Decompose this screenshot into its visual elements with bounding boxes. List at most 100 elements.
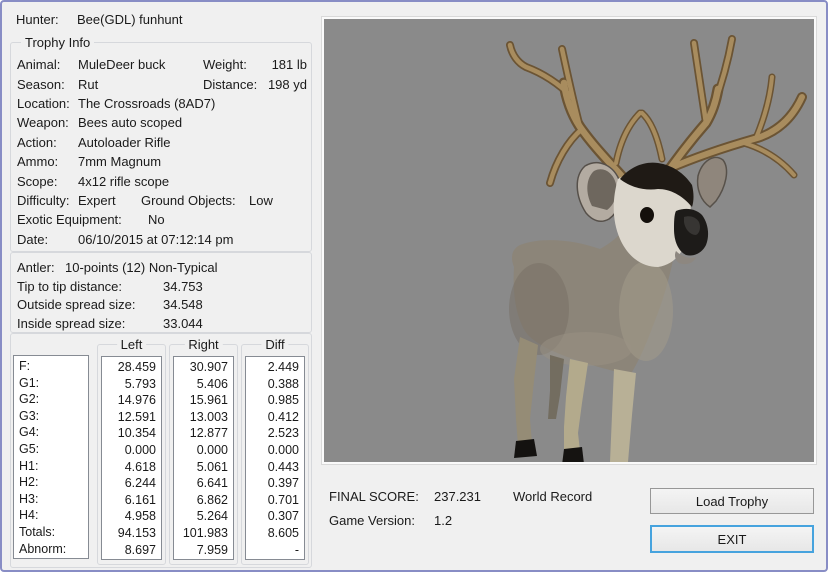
- outside-spread-label: Outside spread size:: [17, 297, 163, 312]
- measure-label: H1:: [14, 458, 88, 475]
- right-value: 101.983: [174, 525, 233, 542]
- scope-value: 4x12 rifle scope: [78, 174, 307, 189]
- tip-to-tip-row: Tip to tip distance: 34.753: [17, 277, 307, 296]
- animal-value: MuleDeer buck: [78, 57, 203, 72]
- load-trophy-button[interactable]: Load Trophy: [650, 488, 814, 514]
- measure-label: Abnorm:: [14, 541, 88, 558]
- inside-spread-value: 33.044: [163, 316, 307, 331]
- diff-value: 0.443: [246, 459, 304, 476]
- measure-label: H2:: [14, 474, 88, 491]
- world-record-badge: World Record: [513, 489, 639, 504]
- left-value: 28.459: [102, 359, 161, 376]
- right-column-caption: Right: [184, 337, 222, 352]
- outside-spread-row: Outside spread size: 34.548: [17, 296, 307, 315]
- left-value: 6.161: [102, 492, 161, 509]
- antler-row: Antler: 10-points (12) Non-Typical: [17, 258, 307, 277]
- animal-row: Animal: MuleDeer buck Weight: 181 lb: [17, 55, 307, 74]
- hunter-row: Hunter: Bee(GDL) funhunt: [16, 12, 312, 27]
- distance-label: Distance:: [203, 77, 257, 92]
- exit-button[interactable]: EXIT: [650, 525, 814, 553]
- left-value: 0.000: [102, 442, 161, 459]
- tip-to-tip-label: Tip to tip distance:: [17, 279, 163, 294]
- left-column-groupbox: Left 28.459 5.793 14.976 12.591 10.354 0…: [97, 344, 166, 565]
- right-value: 13.003: [174, 409, 233, 426]
- measure-labels-listbox: F: G1: G2: G3: G4: G5: H1: H2: H3: H4: T…: [13, 355, 89, 559]
- measurements-groupbox: F: G1: G2: G3: G4: G5: H1: H2: H3: H4: T…: [10, 333, 312, 568]
- diff-value: 0.388: [246, 376, 304, 393]
- right-value: 15.961: [174, 392, 233, 409]
- final-score-value: 237.231: [434, 489, 513, 504]
- scope-label: Scope:: [17, 174, 78, 189]
- location-value: The Crossroads (8AD7): [78, 96, 307, 111]
- scope-row: Scope: 4x12 rifle scope: [17, 171, 307, 190]
- season-row: Season: Rut Distance: 198 yd: [17, 74, 307, 93]
- date-label: Date:: [17, 232, 78, 247]
- right-value: 0.000: [174, 442, 233, 459]
- trophy-window: Hunter: Bee(GDL) funhunt Trophy Info Ani…: [0, 0, 828, 572]
- difficulty-row: Difficulty: Expert Ground Objects: Low: [17, 191, 307, 210]
- weapon-value: Bees auto scoped: [78, 115, 307, 130]
- left-value: 12.591: [102, 409, 161, 426]
- diff-value: 2.523: [246, 425, 304, 442]
- diff-value: 0.000: [246, 442, 304, 459]
- right-values-listbox: 30.907 5.406 15.961 13.003 12.877 0.000 …: [173, 356, 234, 560]
- left-value: 10.354: [102, 425, 161, 442]
- left-value: 4.958: [102, 508, 161, 525]
- antler-rows: Antler: 10-points (12) Non-Typical Tip t…: [17, 258, 307, 333]
- date-value: 06/10/2015 at 07:12:14 pm: [78, 232, 307, 247]
- diff-value: 8.605: [246, 525, 304, 542]
- game-version-label: Game Version:: [329, 513, 434, 528]
- left-value: 5.793: [102, 376, 161, 393]
- left-value: 8.697: [102, 542, 161, 559]
- tip-to-tip-value: 34.753: [163, 279, 307, 294]
- season-label: Season:: [17, 77, 78, 92]
- outside-spread-value: 34.548: [163, 297, 307, 312]
- trophy-info-groupbox: Trophy Info Animal: MuleDeer buck Weight…: [10, 42, 312, 252]
- trophy-info-rows: Animal: MuleDeer buck Weight: 181 lb Sea…: [17, 55, 307, 249]
- diff-value: 0.412: [246, 409, 304, 426]
- final-score-label: FINAL SCORE:: [329, 489, 434, 504]
- exotic-row: Exotic Equipment: No: [17, 210, 307, 229]
- left-value: 6.244: [102, 475, 161, 492]
- difficulty-value: Expert: [78, 193, 141, 208]
- right-value: 6.862: [174, 492, 233, 509]
- weight-value: 181 lb: [247, 57, 307, 72]
- right-column-groupbox: Right 30.907 5.406 15.961 13.003 12.877 …: [169, 344, 238, 565]
- difficulty-label: Difficulty:: [17, 193, 78, 208]
- right-value: 30.907: [174, 359, 233, 376]
- measure-label: G1:: [14, 375, 88, 392]
- hunter-value: Bee(GDL) funhunt: [77, 12, 312, 27]
- measure-label: G3:: [14, 408, 88, 425]
- measure-label: Totals:: [14, 524, 88, 541]
- right-value: 6.641: [174, 475, 233, 492]
- antler-value: 10-points (12) Non-Typical: [65, 260, 307, 275]
- right-value: 5.264: [174, 508, 233, 525]
- measure-label: H3:: [14, 491, 88, 508]
- action-value: Autoloader Rifle: [78, 135, 307, 150]
- measure-label: G2:: [14, 391, 88, 408]
- right-value: 5.061: [174, 459, 233, 476]
- trophy-info-caption: Trophy Info: [21, 35, 94, 50]
- ammo-value: 7mm Magnum: [78, 154, 307, 169]
- left-column-caption: Left: [117, 337, 147, 352]
- ammo-label: Ammo:: [17, 154, 78, 169]
- hunter-label: Hunter:: [16, 12, 77, 27]
- ground-objects-value: Low: [249, 193, 307, 208]
- animal-label: Animal:: [17, 57, 78, 72]
- exotic-value: No: [148, 212, 307, 227]
- action-row: Action: Autoloader Rifle: [17, 133, 307, 152]
- location-label: Location:: [17, 96, 78, 111]
- right-value: 7.959: [174, 542, 233, 559]
- left-values-listbox: 28.459 5.793 14.976 12.591 10.354 0.000 …: [101, 356, 162, 560]
- game-version-row: Game Version: 1.2: [329, 513, 639, 528]
- diff-column-groupbox: Diff 2.449 0.388 0.985 0.412 2.523 0.000…: [241, 344, 309, 565]
- game-version-value: 1.2: [434, 513, 639, 528]
- weight-label: Weight:: [203, 57, 247, 72]
- right-value: 12.877: [174, 425, 233, 442]
- location-row: Location: The Crossroads (8AD7): [17, 94, 307, 113]
- action-label: Action:: [17, 135, 78, 150]
- diff-values-listbox: 2.449 0.388 0.985 0.412 2.523 0.000 0.44…: [245, 356, 305, 560]
- antler-groupbox: Antler: 10-points (12) Non-Typical Tip t…: [10, 252, 312, 333]
- ground-objects-label: Ground Objects:: [141, 193, 249, 208]
- diff-value: 2.449: [246, 359, 304, 376]
